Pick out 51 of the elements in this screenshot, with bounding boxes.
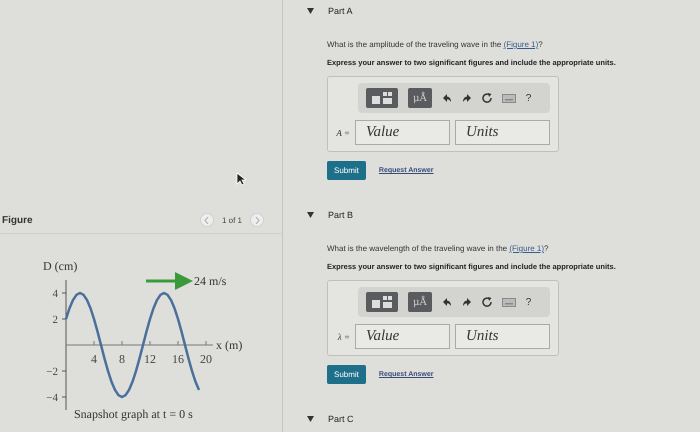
units-field[interactable]: Units [455, 120, 550, 145]
chevron-left-icon [204, 216, 210, 224]
figure-link[interactable]: (Figure 1) [504, 40, 538, 49]
units-button[interactable]: μÅ [408, 292, 432, 312]
chevron-right-icon [254, 216, 260, 224]
value-field[interactable]: Value [355, 120, 450, 145]
graph-caption: Snapshot graph at t = 0 s [74, 407, 193, 421]
units-button[interactable]: μÅ [408, 88, 432, 108]
axis-label: D (cm) [43, 259, 78, 273]
templates-icon [371, 295, 393, 309]
submit-button[interactable]: Submit [327, 365, 366, 384]
help-button[interactable]: ? [526, 92, 532, 104]
figure-link[interactable]: (Figure 1) [509, 244, 544, 253]
velocity-arrow [146, 272, 193, 290]
templates-button[interactable] [366, 292, 398, 312]
redo-button[interactable] [462, 298, 472, 306]
cursor-icon [236, 172, 246, 186]
units-field[interactable]: Units [455, 324, 550, 349]
tick-label: −2 [46, 366, 58, 378]
question-text: What is the wavelength of the traveling wave in the (Figure 1)? [327, 244, 550, 253]
page-counter: 1 of 1 [222, 216, 242, 224]
undo-button[interactable] [442, 94, 452, 102]
submit-button[interactable]: Submit [327, 161, 366, 180]
tick-label: 16 [172, 352, 184, 366]
redo-button[interactable] [462, 94, 472, 102]
help-button[interactable]: ? [526, 296, 532, 308]
variable-label: λ = [336, 332, 350, 342]
axis-label: x (m) [216, 338, 242, 352]
tick-label: 8 [119, 352, 125, 366]
tick-label: 12 [144, 352, 156, 366]
templates-icon [371, 91, 393, 105]
caret-down-icon [307, 416, 314, 422]
reset-button[interactable] [482, 297, 492, 307]
question-text: What is the amplitude of the traveling wave in the (Figure 1)? [327, 40, 544, 49]
tick-label: 4 [91, 352, 97, 366]
reset-button[interactable] [482, 93, 492, 103]
tick-label: −4 [46, 392, 58, 404]
part-header[interactable]: Part B [307, 210, 700, 220]
speed-label: 24 m/s [194, 274, 226, 288]
templates-button[interactable] [366, 88, 398, 108]
tick-label: 4 [52, 288, 58, 300]
undo-button[interactable] [442, 298, 452, 306]
part-header[interactable]: Part C [307, 414, 700, 424]
caret-down-icon [307, 8, 314, 14]
figure-title: Figure [2, 214, 33, 226]
value-field[interactable]: Value [355, 324, 450, 349]
variable-label: A = [335, 128, 350, 138]
caret-down-icon [307, 212, 314, 218]
tick-label: 20 [200, 352, 212, 366]
tick-label: 2 [52, 314, 58, 326]
part-header[interactable]: Part A [307, 6, 700, 16]
